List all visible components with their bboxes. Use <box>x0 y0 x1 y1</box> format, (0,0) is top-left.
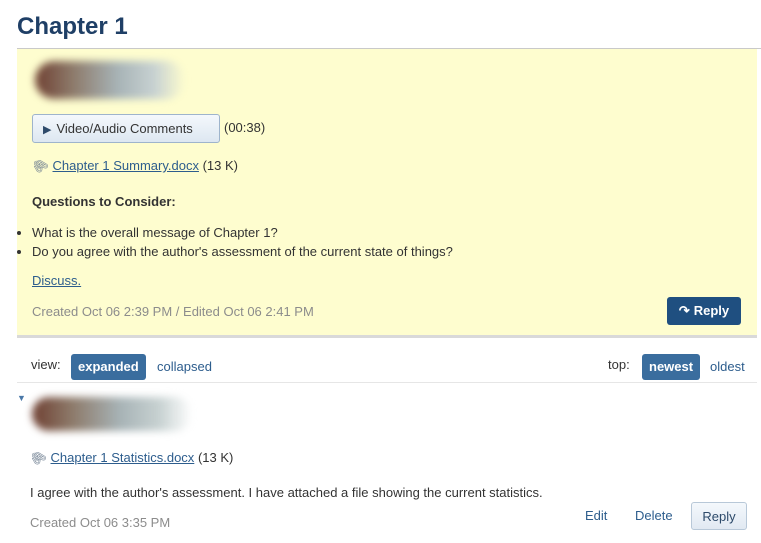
caret-down-icon[interactable]: ▼ <box>17 393 26 403</box>
post-timestamp: Created Oct 06 2:39 PM / Edited Oct 06 2… <box>32 304 314 319</box>
author-avatar-blurred <box>35 61 185 99</box>
comment-delete-link[interactable]: Delete <box>635 508 673 523</box>
thread-toolbar: view: expanded collapsed top: newest old… <box>17 344 757 383</box>
comment-attachment: 🖇︎Chapter 1 Statistics.docx (13 K) <box>27 447 234 469</box>
view-collapsed-option[interactable]: collapsed <box>150 354 219 380</box>
top-label: top: <box>608 357 630 372</box>
post-attachment-size: (13 K) <box>202 158 238 173</box>
play-icon: ▶ <box>43 124 52 136</box>
sort-newest-option[interactable]: newest <box>642 354 701 380</box>
page-title: Chapter 1 <box>17 13 128 40</box>
sort-oldest-option[interactable]: oldest <box>703 354 752 380</box>
paperclip-icon: 🖇︎ <box>26 446 50 469</box>
commenter-avatar-blurred <box>32 397 192 431</box>
post-attachment-link[interactable]: Chapter 1 Summary.docx <box>53 158 199 173</box>
discuss-link[interactable]: Discuss. <box>32 273 81 288</box>
comment-reply-button[interactable]: Reply <box>691 502 747 530</box>
questions-list: What is the overall message of Chapter 1… <box>14 223 453 261</box>
question-item: What is the overall message of Chapter 1… <box>32 223 453 242</box>
comment-timestamp: Created Oct 06 3:35 PM <box>30 515 171 530</box>
main-post: ▶ Video/Audio Comments (00:38) 🖇︎Chapter … <box>17 49 757 338</box>
media-duration: (00:38) <box>224 120 266 135</box>
post-reply-button[interactable]: ↷ Reply <box>667 297 741 325</box>
video-audio-comments-label: Video/Audio Comments <box>56 121 193 136</box>
question-item: Do you agree with the author's assessmen… <box>32 242 453 261</box>
post-reply-label: Reply <box>693 303 730 318</box>
comment-attachment-link[interactable]: Chapter 1 Statistics.docx <box>51 450 195 465</box>
reply-arrow-icon: ↷ <box>678 303 690 318</box>
comment-edit-link[interactable]: Edit <box>585 508 607 523</box>
comment-attachment-size: (13 K) <box>197 450 234 465</box>
view-expanded-option[interactable]: expanded <box>71 354 146 380</box>
post-attachment: 🖇︎Chapter 1 Summary.docx (13 K) <box>29 155 238 177</box>
comment-body: I agree with the author's assessment. I … <box>30 485 543 500</box>
paperclip-icon: 🖇︎ <box>28 154 52 177</box>
video-audio-comments-button[interactable]: ▶ Video/Audio Comments <box>32 114 220 143</box>
view-label: view: <box>31 357 61 372</box>
questions-heading: Questions to Consider: <box>32 194 176 209</box>
